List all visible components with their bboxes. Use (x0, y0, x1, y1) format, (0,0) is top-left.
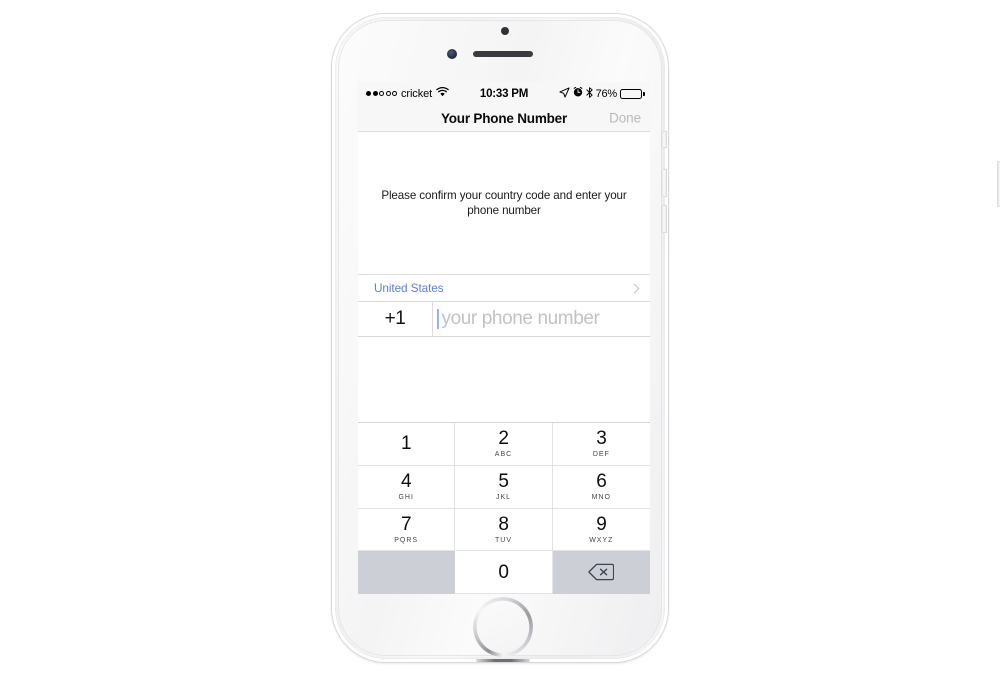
status-bar-right: 76% (528, 86, 646, 101)
key-digit: 8 (498, 513, 509, 535)
bottom-speaker-grille (476, 659, 530, 662)
country-selector-row[interactable]: United States (358, 275, 650, 302)
wifi-icon (436, 87, 449, 100)
home-button[interactable] (473, 597, 533, 657)
keypad-key-6[interactable]: 6 MNO (552, 465, 650, 509)
key-letters: DEF (592, 451, 610, 459)
battery-icon (620, 89, 646, 99)
key-digit: 5 (498, 471, 509, 493)
country-name-label: United States (374, 281, 444, 295)
carrier-label: cricket (401, 87, 433, 100)
keypad-key-7[interactable]: 7 PQRS (358, 508, 456, 552)
text-cursor (437, 309, 439, 329)
keypad-key-5[interactable]: 5 JKL (455, 465, 553, 509)
keypad-key-0[interactable]: 0 (455, 551, 553, 594)
key-letters: MNO (591, 494, 611, 502)
key-digit: 9 (596, 513, 607, 535)
volume-up-button[interactable] (662, 170, 666, 196)
phone-number-input[interactable]: your phone number (433, 308, 650, 330)
keypad-key-2[interactable]: 2 ABC (455, 423, 553, 466)
phone-number-placeholder: your phone number (441, 308, 600, 329)
signal-strength-icon (366, 91, 397, 96)
keypad-key-1[interactable]: 1 (358, 423, 456, 466)
instructions-area: Please confirm your country code and ent… (358, 132, 650, 275)
volume-down-button[interactable] (662, 206, 666, 232)
key-digit: 2 (498, 428, 509, 450)
key-digit: 1 (401, 433, 412, 455)
mute-switch[interactable] (662, 132, 666, 147)
bluetooth-icon (585, 86, 593, 101)
status-bar: cricket 10:33 PM 76% (358, 82, 650, 105)
key-letters: WXYZ (589, 536, 614, 544)
page-title: Your Phone Number (440, 110, 568, 126)
sensor-dot-icon (501, 27, 509, 35)
key-letters: TUV (494, 536, 512, 544)
keypad-key-blank (358, 551, 456, 594)
key-letters: GHI (398, 494, 414, 502)
status-bar-time: 10:33 PM (479, 87, 529, 100)
earpiece-speaker (473, 51, 533, 57)
key-digit: 0 (498, 561, 509, 583)
done-button[interactable]: Done (609, 111, 641, 126)
keypad-key-3[interactable]: 3 DEF (552, 423, 650, 466)
location-arrow-icon (559, 86, 570, 101)
content-spacer (358, 337, 650, 400)
keypad-key-4[interactable]: 4 GHI (358, 465, 456, 509)
keypad-key-8[interactable]: 8 TUV (455, 508, 553, 552)
numeric-keypad: 1 2 ABC 3 DEF 4 GHI 5 JKL 6 MNO 7 PQRS 8… (358, 422, 650, 594)
phone-screen: cricket 10:33 PM 76% Your Phone Number D… (358, 82, 650, 594)
front-camera-icon (447, 49, 457, 59)
key-letters: JKL (495, 494, 512, 502)
key-digit: 4 (401, 471, 412, 493)
screenshot-canvas: cricket 10:33 PM 76% Your Phone Number D… (0, 0, 1000, 675)
keypad-key-backspace[interactable] (552, 551, 650, 594)
chevron-right-icon (629, 283, 640, 293)
alarm-clock-icon (573, 86, 583, 100)
keypad-key-9[interactable]: 9 WXYZ (552, 508, 650, 552)
instructions-text: Please confirm your country code and ent… (381, 188, 627, 217)
country-code-label: +1 (384, 308, 406, 329)
key-digit: 7 (401, 513, 412, 535)
key-letters: PQRS (394, 536, 419, 544)
key-digit: 3 (596, 428, 607, 450)
backspace-icon (588, 563, 615, 581)
key-letters: ABC (494, 451, 513, 459)
key-digit: 6 (596, 471, 607, 493)
battery-percent-label: 76% (595, 87, 618, 100)
phone-number-row[interactable]: +1 your phone number (358, 301, 650, 337)
status-bar-left: cricket (366, 87, 480, 100)
navigation-bar: Your Phone Number Done (358, 105, 650, 132)
